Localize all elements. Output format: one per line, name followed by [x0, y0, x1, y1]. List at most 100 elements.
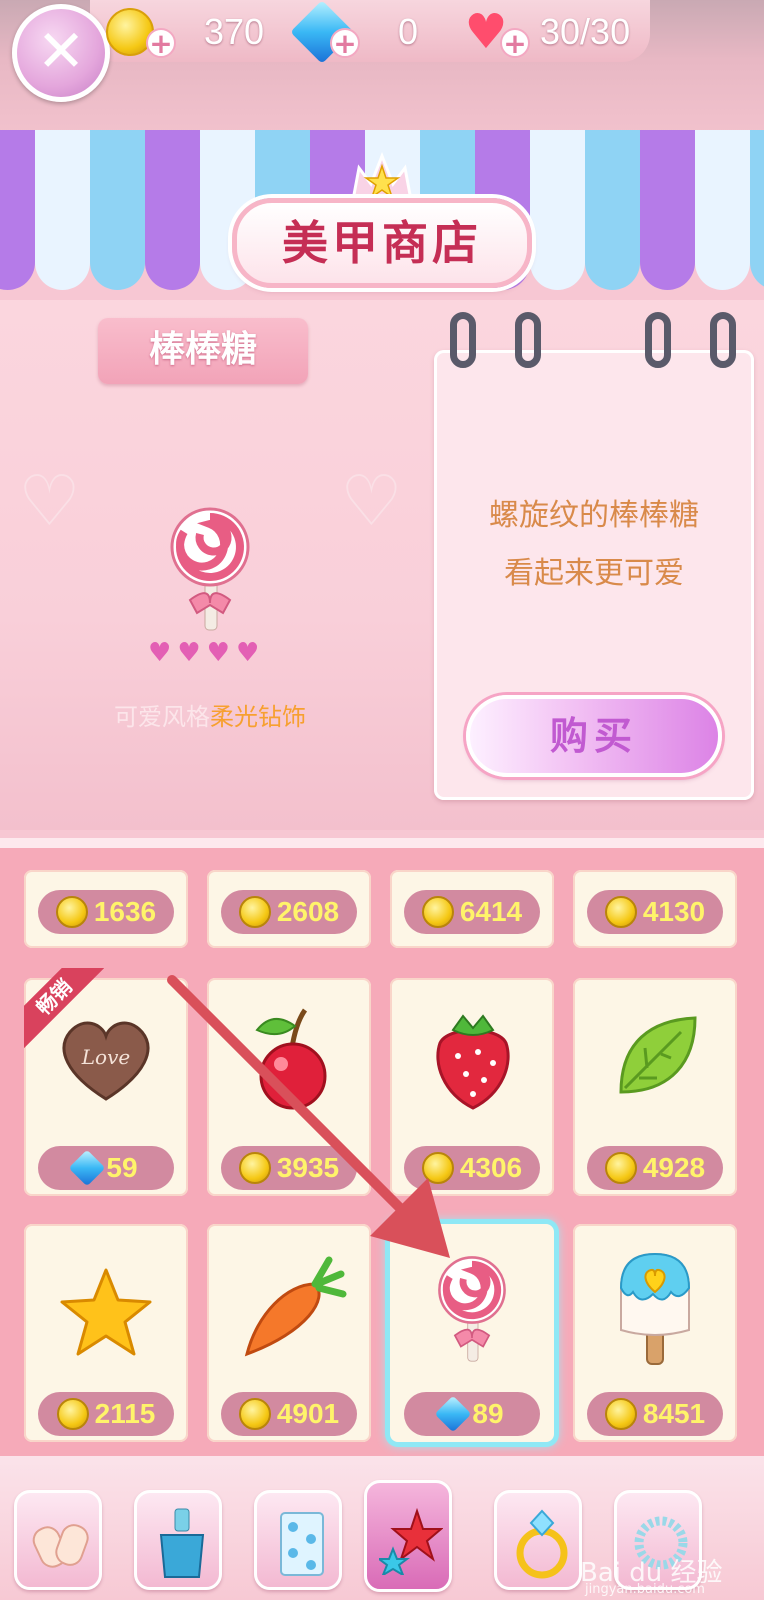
item-cell-strawberry[interactable]: 4306 — [390, 978, 554, 1196]
decor-heart-icon: ♡ — [340, 460, 403, 542]
price-tag: 4130 — [587, 890, 723, 934]
style-tag: 可爱风格 — [114, 703, 210, 731]
close-button[interactable]: ✕ — [12, 4, 110, 102]
coin-counter — [106, 6, 154, 58]
price-tag: 89 — [404, 1392, 540, 1436]
heart-value: 30/30 — [540, 11, 631, 52]
watermark-url: jingyan.baidu.com — [585, 1582, 705, 1597]
coin-icon — [55, 896, 88, 928]
item-cell-lollipop[interactable]: 89 — [390, 1224, 554, 1442]
cherry-icon — [255, 1008, 327, 1110]
price-value: 2115 — [94, 1398, 156, 1429]
item-cell-popsicle[interactable]: 8451 — [573, 1224, 737, 1442]
tab-decorations[interactable] — [364, 1480, 452, 1592]
shop-title-sign: 美甲商店 — [232, 198, 532, 288]
coin-icon — [421, 896, 454, 928]
heart-rating-icon: ♥ — [206, 638, 230, 668]
price-value: 4928 — [642, 1152, 706, 1183]
leaf-icon — [619, 1016, 697, 1094]
price-tag: 2115 — [38, 1392, 174, 1436]
pattern-scroll-icon — [280, 1512, 324, 1576]
price-value: 4306 — [459, 1152, 523, 1183]
price-value: 2608 — [276, 896, 340, 927]
star-icon — [60, 1268, 152, 1356]
add-gems-button[interactable]: + — [330, 28, 360, 58]
item-cell[interactable]: 1636 — [24, 870, 188, 948]
item-cell-cherry[interactable]: 3935 — [207, 978, 371, 1196]
tab-nail-tips[interactable] — [14, 1490, 102, 1590]
shop-title: 美甲商店 — [282, 216, 482, 270]
polish-bottle-icon — [159, 1508, 205, 1578]
item-cell-carrot[interactable]: 4901 — [207, 1224, 371, 1442]
ring-icon — [516, 1509, 568, 1579]
gem-icon — [435, 1395, 472, 1433]
price-tag: 2608 — [221, 890, 357, 934]
price-value: 4901 — [276, 1398, 340, 1429]
product-tags: 可爱风格柔光钻饰 — [0, 697, 420, 732]
price-value: 3935 — [276, 1152, 340, 1183]
svg-text:Love: Love — [81, 1045, 130, 1069]
popsicle-icon — [619, 1252, 691, 1365]
bestseller-ribbon: 畅销 — [24, 968, 104, 1048]
coin-icon — [604, 896, 637, 928]
notepad-ring — [645, 312, 671, 368]
price-tag: 8451 — [587, 1392, 723, 1436]
heart-rating-icon: ♥ — [177, 638, 201, 668]
coin-icon — [604, 1398, 637, 1430]
description-line-1: 螺旋纹的棒棒糖 — [489, 498, 699, 533]
price-tag: 4306 — [404, 1146, 540, 1190]
price-tag: 6414 — [404, 890, 540, 934]
price-value: 8451 — [642, 1398, 706, 1429]
coin-icon — [238, 1398, 271, 1430]
item-cell[interactable]: 6414 — [390, 870, 554, 948]
coin-icon — [421, 1152, 454, 1184]
rating-hearts: ♥ ♥ ♥ ♥ — [148, 638, 259, 668]
carrot-icon — [244, 1256, 347, 1357]
price-tag: 1636 — [38, 890, 174, 934]
star-decoration-icon — [379, 1507, 443, 1575]
product-name-banner: 棒棒糖 — [98, 318, 308, 384]
coin-icon — [238, 1152, 271, 1184]
heart-rating-icon: ♥ — [235, 638, 260, 668]
price-value: 59 — [106, 1152, 138, 1183]
gem-icon — [69, 1149, 106, 1187]
product-name: 棒棒糖 — [148, 329, 257, 370]
effect-tag: 柔光钻饰 — [210, 703, 306, 731]
tab-polish[interactable] — [134, 1490, 222, 1590]
price-value: 4130 — [642, 896, 706, 927]
coin-icon — [604, 1152, 637, 1184]
price-tag: 59 — [38, 1146, 174, 1190]
item-cell[interactable]: 4130 — [573, 870, 737, 948]
tab-patterns[interactable] — [254, 1490, 342, 1590]
tab-rings[interactable] — [494, 1490, 582, 1590]
buy-button[interactable]: 购买 — [466, 695, 722, 777]
price-tag: 3935 — [221, 1146, 357, 1190]
add-hearts-button[interactable]: + — [500, 28, 530, 58]
notepad-ring — [515, 312, 541, 368]
buy-button-label: 购买 — [549, 714, 638, 758]
bestseller-label: 畅销 — [31, 974, 77, 1020]
close-icon: ✕ — [36, 17, 86, 85]
item-cell[interactable]: 2608 — [207, 870, 371, 948]
description-line-2: 看起来更可爱 — [504, 556, 684, 591]
price-tag: 4928 — [587, 1146, 723, 1190]
gem-value: 0 — [398, 11, 419, 52]
lollipop-icon — [438, 1256, 506, 1362]
item-cell-leaf[interactable]: 4928 — [573, 978, 737, 1196]
notepad-ring — [450, 312, 476, 368]
price-value: 6414 — [459, 896, 523, 927]
price-tag: 4901 — [221, 1392, 357, 1436]
price-value: 89 — [472, 1398, 504, 1429]
strawberry-icon — [436, 1014, 510, 1110]
decor-heart-icon: ♡ — [18, 460, 81, 542]
price-value: 1636 — [93, 896, 157, 927]
coin-icon — [56, 1398, 89, 1430]
coin-icon — [238, 896, 271, 928]
heart-rating-icon: ♥ — [148, 638, 172, 668]
item-cell-star[interactable]: 2115 — [24, 1224, 188, 1442]
add-coins-button[interactable]: + — [146, 28, 176, 58]
notepad-ring — [710, 312, 736, 368]
nail-tip-icon — [32, 1524, 89, 1568]
coin-value: 370 — [204, 11, 265, 52]
lollipop-preview-icon — [170, 507, 250, 631]
